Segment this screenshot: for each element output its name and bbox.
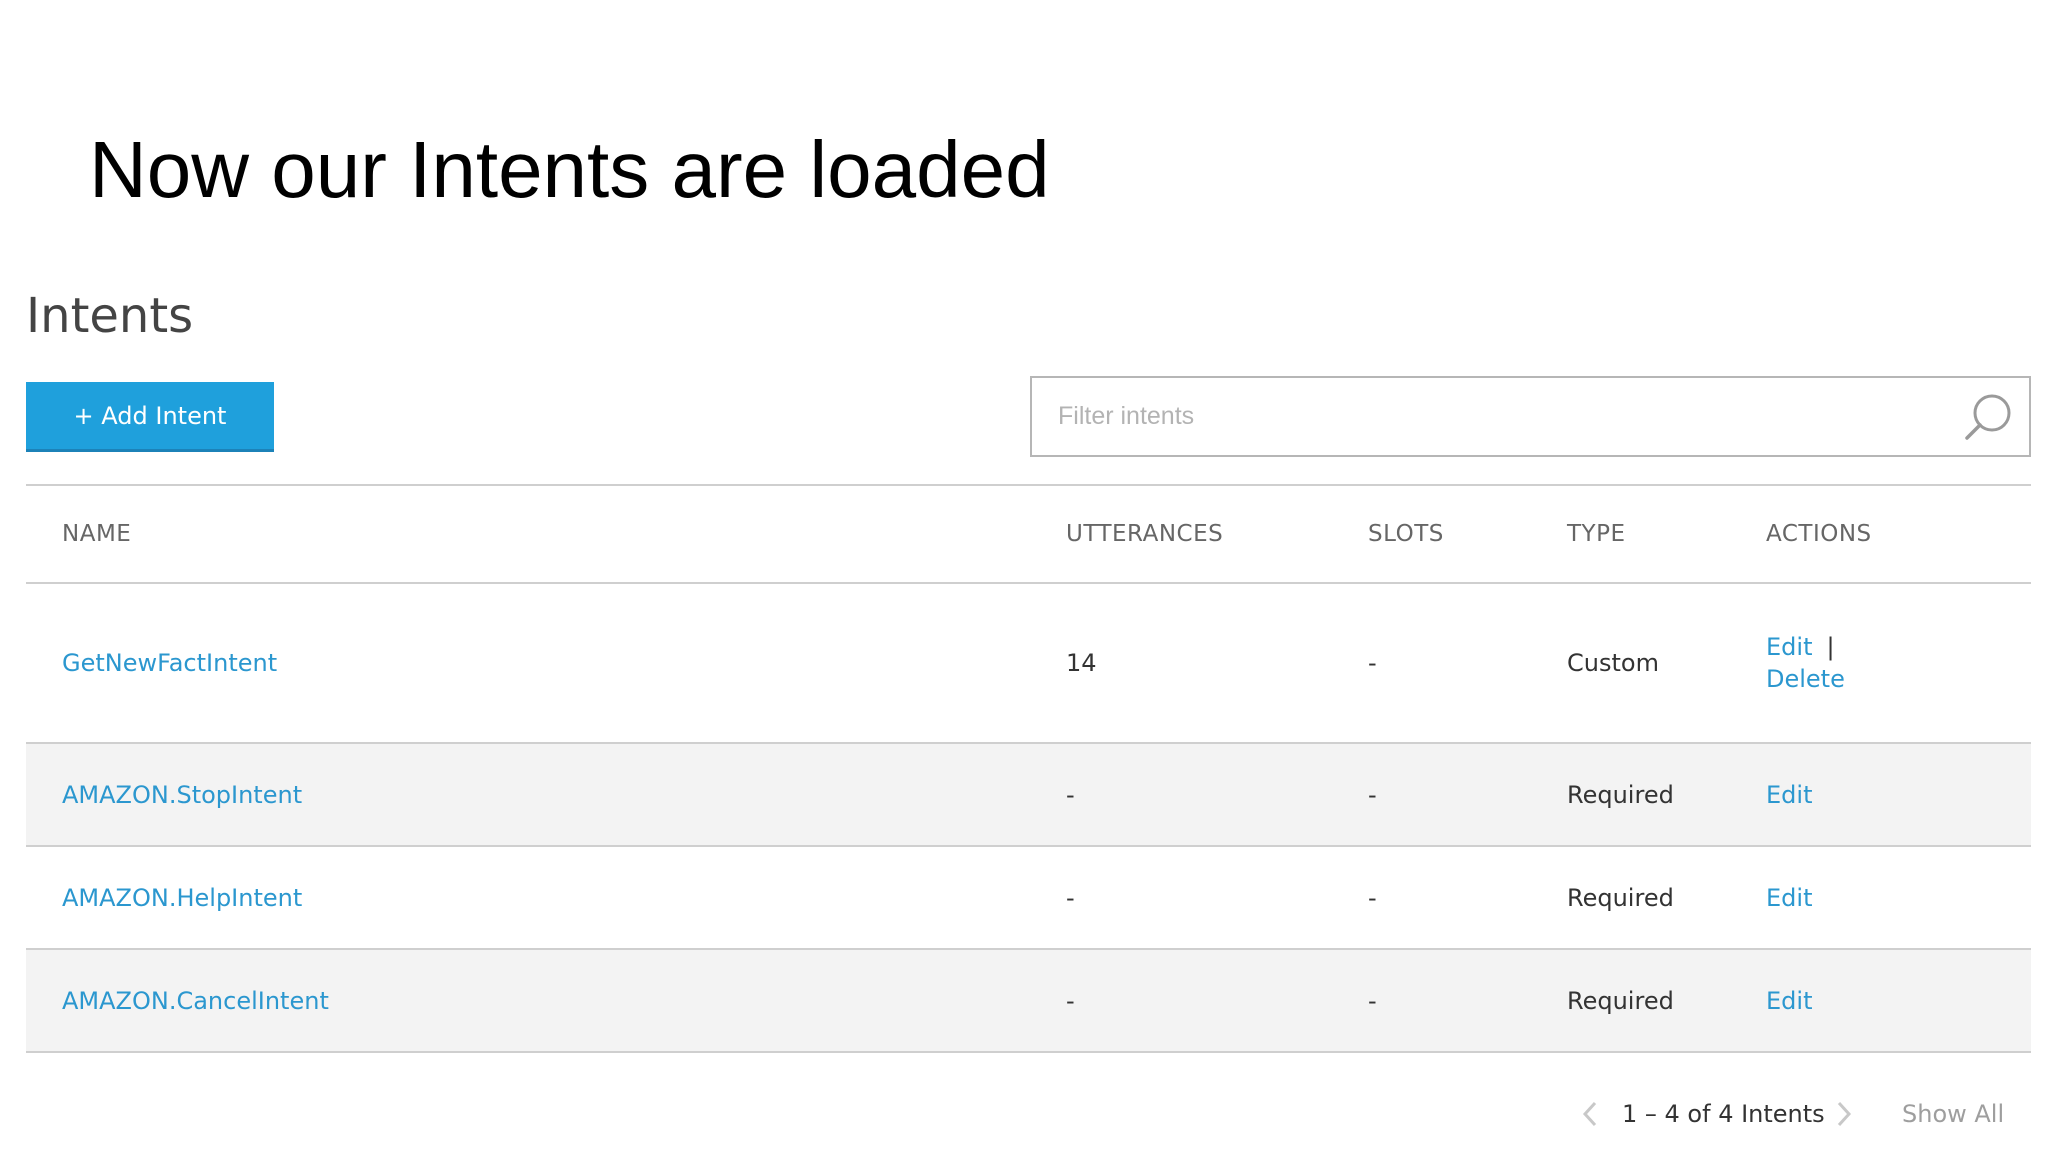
filter-intents-input[interactable] bbox=[1032, 378, 1932, 455]
intent-name-link[interactable]: AMAZON.StopIntent bbox=[62, 781, 302, 809]
pagination-prev[interactable] bbox=[1578, 1092, 1602, 1136]
filter-intents-box bbox=[1030, 376, 2031, 457]
intent-type: Custom bbox=[1567, 649, 1659, 677]
table-header-row: NAME UTTERANCES SLOTS TYPE ACTIONS bbox=[26, 486, 2031, 584]
edit-link[interactable]: Edit bbox=[1766, 884, 1812, 912]
table-row: AMAZON.CancelIntent - - Required Edit bbox=[26, 950, 2031, 1053]
pagination-next[interactable] bbox=[1832, 1092, 1856, 1136]
intent-name-link[interactable]: GetNewFactIntent bbox=[62, 649, 277, 677]
utterances-count: - bbox=[1066, 883, 1075, 912]
action-separator: | bbox=[1826, 633, 1835, 661]
table-row: AMAZON.StopIntent - - Required Edit bbox=[26, 744, 2031, 847]
intent-name-link[interactable]: AMAZON.HelpIntent bbox=[62, 884, 302, 912]
show-all-link[interactable]: Show All bbox=[1902, 1092, 2004, 1136]
pagination-summary: 1 – 4 of 4 Intents bbox=[1622, 1100, 1825, 1128]
delete-link[interactable]: Delete bbox=[1766, 663, 1845, 695]
slots-count: - bbox=[1368, 649, 1377, 677]
utterances-count: - bbox=[1066, 780, 1075, 809]
add-intent-button[interactable]: + Add Intent bbox=[26, 382, 274, 452]
slide-title: Now our Intents are loaded bbox=[89, 125, 1050, 214]
chevron-left-icon bbox=[1582, 1101, 1597, 1127]
column-header-slots: SLOTS bbox=[1368, 521, 1444, 547]
slots-count: - bbox=[1368, 780, 1377, 809]
intent-type: Required bbox=[1567, 986, 1674, 1015]
slots-count: - bbox=[1368, 986, 1377, 1015]
edit-link[interactable]: Edit bbox=[1766, 633, 1812, 661]
intent-name-link[interactable]: AMAZON.CancelIntent bbox=[62, 987, 329, 1015]
intent-type: Required bbox=[1567, 780, 1674, 809]
utterances-count: 14 bbox=[1066, 649, 1097, 677]
column-header-actions: ACTIONS bbox=[1766, 521, 1872, 547]
table-row: GetNewFactIntent 14 - Custom Edit | Delet… bbox=[26, 584, 2031, 744]
page-title: Intents bbox=[26, 288, 194, 344]
intents-table: NAME UTTERANCES SLOTS TYPE ACTIONS GetNe… bbox=[26, 484, 2031, 1053]
search-icon[interactable] bbox=[1961, 389, 2017, 445]
edit-link[interactable]: Edit bbox=[1766, 987, 1812, 1015]
column-header-utterances: UTTERANCES bbox=[1066, 521, 1224, 547]
slots-count: - bbox=[1368, 883, 1377, 912]
utterances-count: - bbox=[1066, 986, 1075, 1015]
table-row: AMAZON.HelpIntent - - Required Edit bbox=[26, 847, 2031, 950]
edit-link[interactable]: Edit bbox=[1766, 781, 1812, 809]
column-header-name: NAME bbox=[62, 521, 132, 547]
intent-type: Required bbox=[1567, 883, 1674, 912]
column-header-type: TYPE bbox=[1567, 521, 1626, 547]
chevron-right-icon bbox=[1837, 1101, 1852, 1127]
